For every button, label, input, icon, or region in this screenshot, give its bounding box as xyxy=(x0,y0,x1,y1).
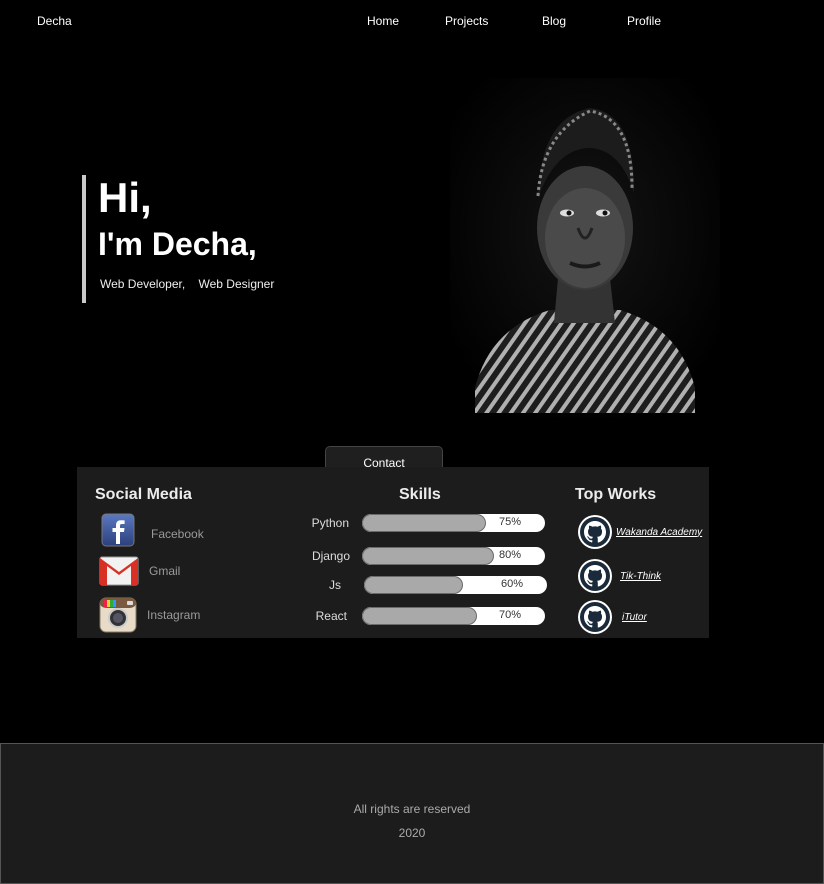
top-works-title: Top Works xyxy=(575,486,657,503)
footer-year: 2020 xyxy=(398,826,426,840)
work-item-itutor[interactable]: iTutor xyxy=(578,600,647,634)
skills-title: Skills xyxy=(399,486,441,503)
skill-bar-fill xyxy=(362,514,486,532)
hero-name: I'm Decha, xyxy=(98,226,257,262)
skill-name: React xyxy=(315,609,347,623)
skill-percent: 80% xyxy=(498,549,521,561)
skill-name: Django xyxy=(311,549,350,563)
work-item-tik-think[interactable]: Tik-Think xyxy=(578,559,661,593)
social-label-gmail[interactable]: Gmail xyxy=(149,564,180,578)
skill-row-django: Django 80% xyxy=(303,547,547,567)
skill-name: Js xyxy=(329,578,341,592)
skill-row-python: Python 75% xyxy=(303,514,547,534)
social-media-title: Social Media xyxy=(95,486,192,503)
skill-bar: 75% xyxy=(362,514,545,532)
role-web-designer: Web Designer xyxy=(198,277,275,291)
profile-portrait xyxy=(450,78,720,418)
social-label-facebook[interactable]: Facebook xyxy=(151,527,204,541)
skill-bar-fill xyxy=(362,547,494,565)
brand-logo-text[interactable]: Decha xyxy=(37,14,72,28)
hero-intro: Hi, I'm Decha, Web Developer, Web Design… xyxy=(82,175,284,303)
skill-row-js: Js 60% xyxy=(305,576,549,596)
work-link-wakanda-academy[interactable]: Wakanda Academy xyxy=(616,527,702,538)
skill-bar-fill xyxy=(364,576,463,594)
skill-percent: 75% xyxy=(498,516,521,528)
work-link-tik-think[interactable]: Tik-Think xyxy=(620,571,661,582)
hero-greeting: Hi, xyxy=(98,174,152,221)
social-item-instagram[interactable]: Instagram xyxy=(99,597,200,633)
skill-bar-fill xyxy=(362,607,478,625)
social-item-facebook[interactable]: Facebook xyxy=(101,513,204,547)
nav-profile[interactable]: Profile xyxy=(627,14,661,28)
skill-bar: 60% xyxy=(364,576,547,594)
social-item-gmail[interactable]: Gmail xyxy=(99,555,180,587)
footer-rights: All rights are reserved xyxy=(353,802,471,816)
instagram-icon xyxy=(99,597,137,633)
skill-name: Python xyxy=(311,516,349,530)
info-panel: Social Media Facebook Gmail Instagram Sk… xyxy=(77,467,709,638)
gmail-icon xyxy=(99,556,139,586)
role-web-developer: Web Developer, xyxy=(100,277,186,291)
work-item-wakanda-academy[interactable]: Wakanda Academy xyxy=(578,515,702,549)
nav-blog[interactable]: Blog xyxy=(542,14,566,28)
hero-roles: Web Developer, Web Designer xyxy=(98,277,284,291)
github-icon xyxy=(578,600,612,634)
github-icon xyxy=(578,515,612,549)
skill-row-react: React 70% xyxy=(303,607,547,627)
skill-bar: 80% xyxy=(362,547,545,565)
skill-bar: 70% xyxy=(362,607,545,625)
skill-percent: 70% xyxy=(498,609,521,621)
social-label-instagram[interactable]: Instagram xyxy=(147,608,200,622)
facebook-icon xyxy=(101,513,135,547)
github-icon xyxy=(578,559,612,593)
skill-percent: 60% xyxy=(500,578,523,590)
nav-projects[interactable]: Projects xyxy=(445,14,488,28)
nav-home[interactable]: Home xyxy=(367,14,399,28)
work-link-itutor[interactable]: iTutor xyxy=(622,612,647,623)
footer: All rights are reserved 2020 xyxy=(0,743,824,884)
